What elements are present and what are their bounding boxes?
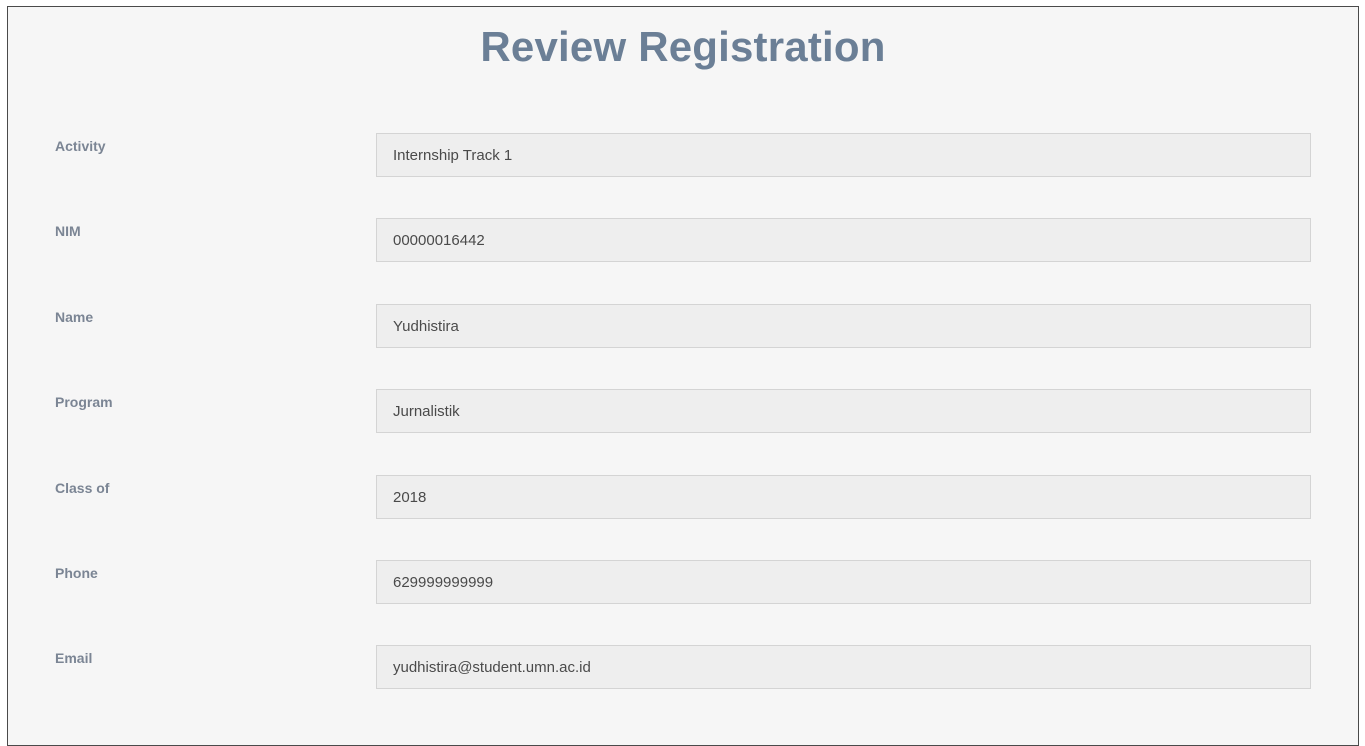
activity-field[interactable] bbox=[376, 133, 1311, 177]
form-row-nim: NIM bbox=[8, 218, 1358, 264]
form-row-activity: Activity bbox=[8, 133, 1358, 179]
form-row-email: Email bbox=[8, 645, 1358, 691]
form-row-name: Name bbox=[8, 304, 1358, 350]
form-row-phone: Phone bbox=[8, 560, 1358, 606]
phone-label: Phone bbox=[55, 565, 98, 581]
nim-label: NIM bbox=[55, 223, 81, 239]
class-of-field[interactable] bbox=[376, 475, 1311, 519]
name-field[interactable] bbox=[376, 304, 1311, 348]
registration-panel: Review Registration Activity NIM Name Pr… bbox=[7, 6, 1359, 746]
name-label: Name bbox=[55, 309, 94, 325]
email-label: Email bbox=[55, 650, 93, 666]
form-row-class-of: Class of bbox=[8, 475, 1358, 521]
nim-field[interactable] bbox=[376, 218, 1311, 262]
email-field[interactable] bbox=[376, 645, 1311, 689]
program-field[interactable] bbox=[376, 389, 1311, 433]
page-title: Review Registration bbox=[480, 23, 886, 70]
class-of-label: Class of bbox=[55, 480, 110, 496]
program-label: Program bbox=[55, 394, 113, 410]
phone-field[interactable] bbox=[376, 560, 1311, 604]
activity-label: Activity bbox=[55, 138, 106, 154]
form-row-program: Program bbox=[8, 389, 1358, 435]
